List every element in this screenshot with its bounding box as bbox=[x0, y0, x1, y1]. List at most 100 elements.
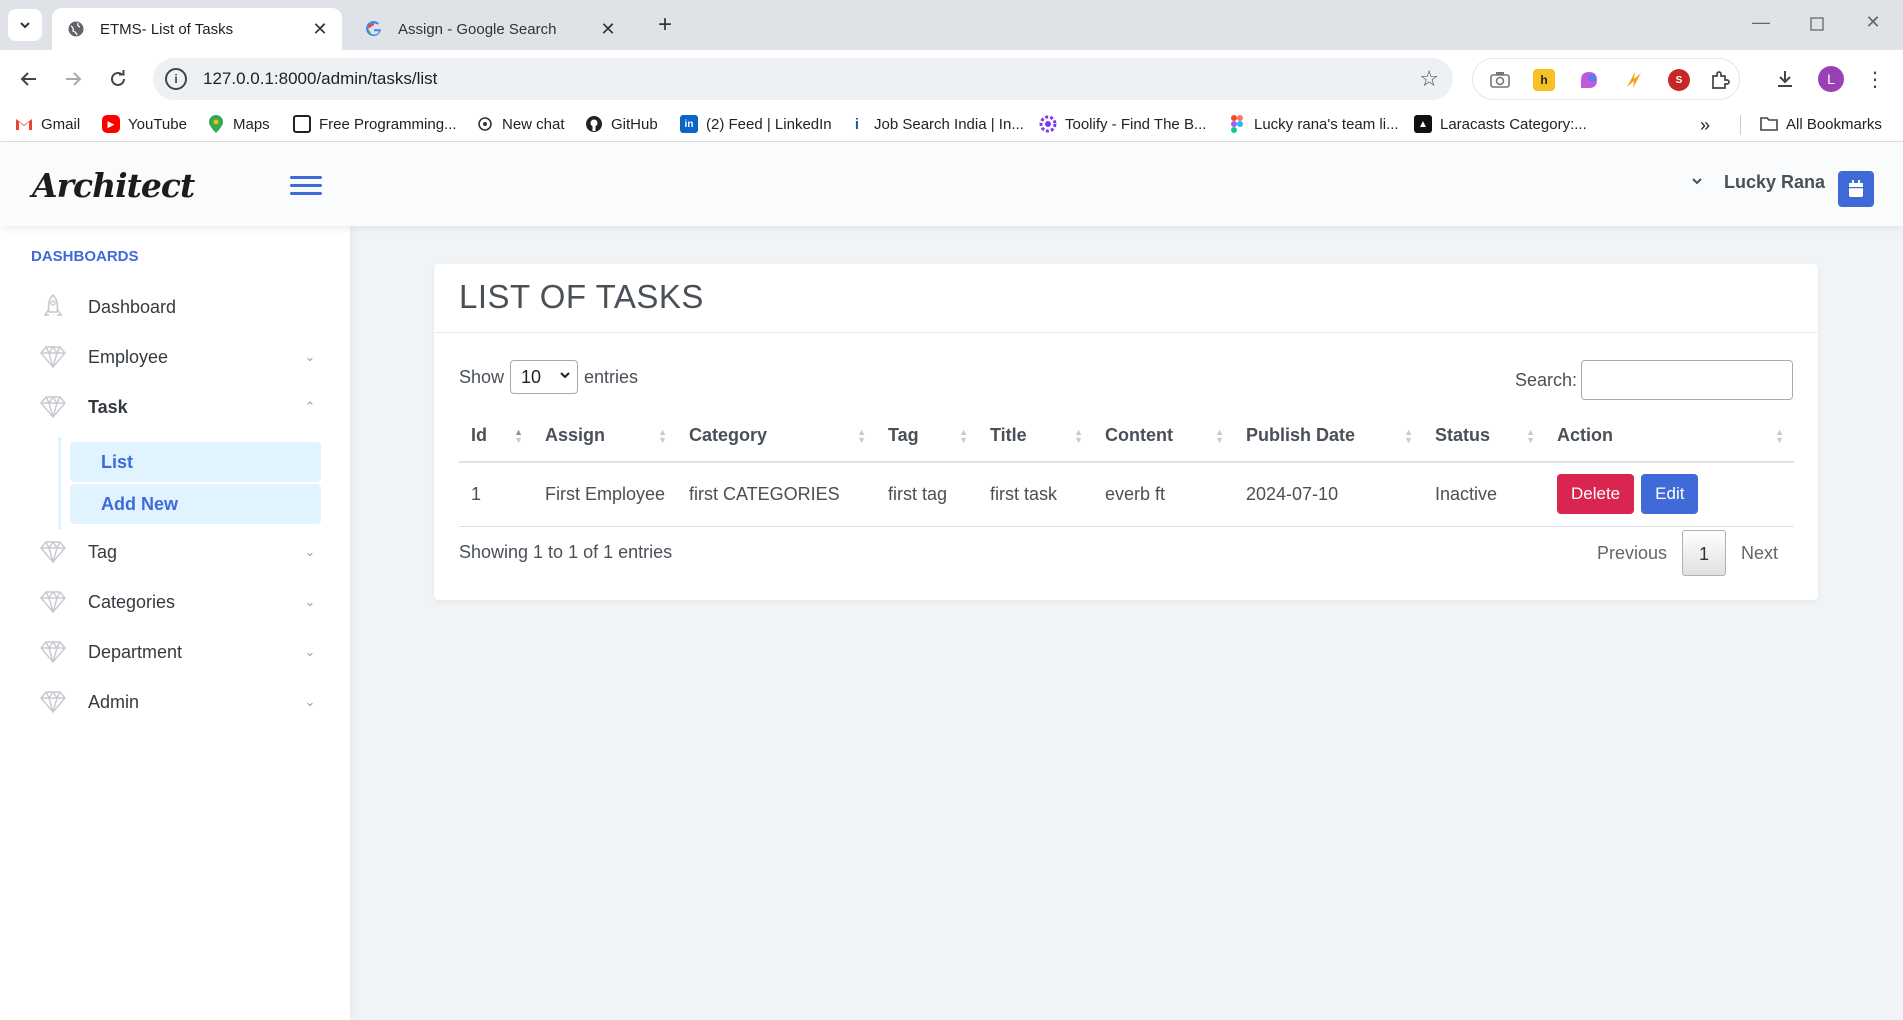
column-header-content[interactable]: Content ▲ ▼ bbox=[1093, 410, 1234, 463]
url-text: 127.0.0.1:8000/admin/tasks/list bbox=[203, 69, 438, 88]
reload-button[interactable] bbox=[104, 65, 132, 93]
chevron-down-icon: ⌄ bbox=[304, 349, 316, 364]
tab-google-search[interactable]: Assign - Google Search ✕ bbox=[350, 8, 630, 50]
delete-button[interactable]: Delete bbox=[1557, 474, 1635, 515]
cell-title: first task bbox=[978, 462, 1093, 527]
column-header-assign[interactable]: Assign ▲ ▼ bbox=[533, 410, 677, 463]
page-number-button[interactable]: 1 bbox=[1681, 530, 1726, 576]
close-icon[interactable]: ✕ bbox=[308, 17, 332, 41]
profile-avatar[interactable]: L bbox=[1816, 64, 1846, 94]
hamburger-menu-icon[interactable] bbox=[290, 176, 322, 196]
profile-initial: L bbox=[1818, 66, 1844, 92]
app-logo[interactable]: Architect bbox=[32, 166, 195, 205]
all-bookmarks-button[interactable]: All Bookmarks bbox=[1760, 115, 1882, 133]
sort-icon: ▲ ▼ bbox=[1074, 427, 1083, 445]
column-header-label: Assign bbox=[545, 425, 606, 445]
bookmark-job-search[interactable]: i Job Search India | In... bbox=[848, 115, 1024, 133]
sidebar-item-department[interactable]: Department ⌄ bbox=[40, 632, 320, 672]
column-header-id[interactable]: Id ▲ ▼ bbox=[459, 410, 533, 463]
bookmark-linkedin[interactable]: in (2) Feed | LinkedIn bbox=[680, 115, 832, 133]
linkedin-icon: in bbox=[680, 115, 698, 133]
sort-asc-icon: ▲ ▼ bbox=[514, 427, 523, 445]
address-bar[interactable]: i 127.0.0.1:8000/admin/tasks/list ☆ bbox=[153, 58, 1453, 100]
cell-action: Delete Edit bbox=[1545, 462, 1794, 527]
edit-button[interactable]: Edit bbox=[1641, 474, 1699, 515]
forward-button[interactable] bbox=[59, 65, 87, 93]
sidebar-subitem-add-new[interactable]: Add New bbox=[70, 484, 321, 524]
extension-bolt-icon[interactable] bbox=[1623, 69, 1645, 91]
column-header-action[interactable]: Action ▲ ▼ bbox=[1545, 410, 1794, 463]
bookmark-star-icon[interactable]: ☆ bbox=[1419, 66, 1439, 92]
user-menu-chevron-icon[interactable] bbox=[1690, 174, 1704, 191]
reload-icon bbox=[111, 70, 125, 86]
bookmark-label: Maps bbox=[233, 115, 270, 133]
bookmark-page-icon bbox=[293, 115, 311, 133]
extension-gradient-icon[interactable] bbox=[1578, 69, 1600, 91]
more-bookmarks-icon[interactable]: » bbox=[1700, 115, 1710, 136]
camera-icon[interactable] bbox=[1489, 69, 1511, 91]
puzzle-icon[interactable] bbox=[1709, 69, 1731, 91]
bookmark-gmail[interactable]: Gmail bbox=[15, 115, 80, 133]
minimize-icon[interactable]: — bbox=[1746, 12, 1776, 38]
window-close-icon[interactable]: ✕ bbox=[1858, 12, 1888, 38]
sidebar-item-tag[interactable]: Tag ⌄ bbox=[40, 532, 320, 572]
tab-title: Assign - Google Search bbox=[398, 20, 557, 38]
bookmark-maps[interactable]: Maps bbox=[207, 115, 270, 133]
sidebar: DASHBOARDS Dashboard Employee ⌄ Task ⌃ L… bbox=[0, 226, 350, 1020]
bookmark-youtube[interactable]: ▶ YouTube bbox=[102, 115, 187, 133]
bookmark-laracasts[interactable]: ▲ Laracasts Category:... bbox=[1414, 115, 1587, 133]
column-header-tag[interactable]: Tag ▲ ▼ bbox=[876, 410, 978, 463]
bookmark-new-chat[interactable]: New chat bbox=[476, 115, 565, 133]
diamond-icon bbox=[40, 689, 66, 715]
site-info-icon[interactable]: i bbox=[165, 68, 187, 90]
sidebar-item-admin[interactable]: Admin ⌄ bbox=[40, 682, 320, 722]
diamond-icon bbox=[40, 589, 66, 615]
page-length-select[interactable]: 10 bbox=[510, 360, 579, 394]
column-header-category[interactable]: Category ▲ ▼ bbox=[677, 410, 876, 463]
column-header-status[interactable]: Status ▲ ▼ bbox=[1423, 410, 1545, 463]
google-icon bbox=[364, 19, 384, 39]
chevron-down-icon: ⌄ bbox=[304, 594, 316, 609]
close-icon[interactable]: ✕ bbox=[596, 17, 620, 41]
chevron-down-icon bbox=[559, 369, 571, 384]
more-menu-icon[interactable]: ⋮ bbox=[1860, 64, 1890, 94]
column-header-publish-date[interactable]: Publish Date ▲ ▼ bbox=[1234, 410, 1423, 463]
new-tab-button[interactable]: + bbox=[652, 13, 678, 39]
bookmark-label: Job Search India | In... bbox=[874, 115, 1024, 133]
bookmark-free-programming[interactable]: Free Programming... bbox=[293, 115, 457, 133]
table-info: Showing 1 to 1 of 1 entries bbox=[459, 542, 673, 562]
extension-yellow-icon[interactable]: h bbox=[1533, 69, 1555, 91]
sidebar-item-employee[interactable]: Employee ⌄ bbox=[40, 337, 320, 377]
arrow-right-icon bbox=[66, 72, 82, 86]
search-input[interactable] bbox=[1581, 360, 1793, 400]
sidebar-heading: DASHBOARDS bbox=[31, 248, 139, 265]
sidebar-item-label: Admin bbox=[88, 691, 140, 712]
user-name[interactable]: Lucky Rana bbox=[1724, 172, 1825, 193]
sidebar-item-label: Employee bbox=[88, 346, 169, 367]
next-page-button[interactable]: Next bbox=[1726, 530, 1793, 576]
tab-search-button[interactable] bbox=[8, 9, 42, 41]
back-button[interactable] bbox=[15, 65, 43, 93]
sidebar-subitem-label: Add New bbox=[101, 493, 179, 514]
github-icon bbox=[585, 115, 603, 133]
bookmark-github[interactable]: GitHub bbox=[585, 115, 658, 133]
column-header-title[interactable]: Title ▲ ▼ bbox=[978, 410, 1093, 463]
sidebar-item-dashboard[interactable]: Dashboard bbox=[40, 287, 320, 327]
seo-extension-icon[interactable]: S bbox=[1668, 69, 1690, 91]
bookmark-toolify[interactable]: Toolify - Find The B... bbox=[1039, 115, 1206, 133]
tab-etms-list[interactable]: ETMS- List of Tasks ✕ bbox=[52, 8, 342, 50]
bookmark-lucky-team[interactable]: Lucky rana's team li... bbox=[1228, 115, 1399, 133]
calendar-button[interactable] bbox=[1838, 171, 1874, 207]
previous-page-button[interactable]: Previous bbox=[1582, 530, 1682, 576]
toolify-icon bbox=[1039, 115, 1057, 133]
sidebar-item-categories[interactable]: Categories ⌄ bbox=[40, 582, 320, 622]
cell-id: 1 bbox=[459, 462, 533, 527]
gmail-icon bbox=[15, 115, 33, 133]
sidebar-item-task[interactable]: Task ⌃ bbox=[40, 387, 320, 427]
indeed-icon: i bbox=[854, 115, 860, 133]
sidebar-subitem-list[interactable]: List bbox=[70, 442, 321, 482]
download-icon[interactable] bbox=[1770, 64, 1800, 94]
column-header-label: Content bbox=[1105, 425, 1173, 445]
maximize-icon[interactable] bbox=[1802, 12, 1832, 38]
bookmark-divider bbox=[1740, 115, 1741, 135]
